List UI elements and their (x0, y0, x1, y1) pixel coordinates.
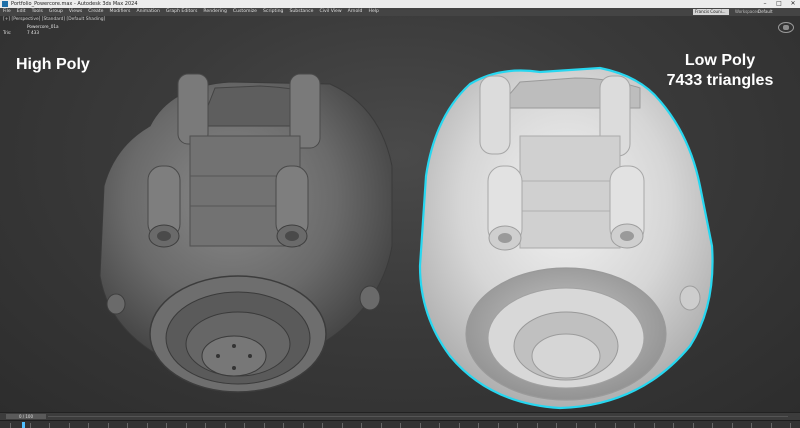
viewport-label[interactable]: [+] [Perspective] [Standard] [Default Sh… (3, 17, 105, 22)
track-tick (361, 423, 362, 428)
track-tick (224, 423, 226, 428)
menu-file[interactable]: File (0, 8, 14, 16)
track-tick (29, 423, 31, 428)
menu-bar: File Edit Tools Group Views Create Modif… (0, 8, 800, 16)
track-tick (380, 423, 382, 428)
track-bar[interactable] (0, 420, 800, 428)
menu-customize[interactable]: Customize (230, 8, 260, 16)
track-tick (49, 423, 50, 428)
track-tick (205, 423, 206, 428)
track-tick (185, 423, 187, 428)
track-tick (536, 423, 538, 428)
track-tick (712, 423, 713, 428)
menu-help[interactable]: Help (365, 8, 381, 16)
workspace-dropdown[interactable]: Default (758, 8, 773, 16)
track-tick (653, 423, 655, 428)
track-tick (575, 423, 577, 428)
frame-counter[interactable]: 0 / 100 (6, 414, 46, 419)
app-icon (2, 1, 8, 7)
viewcube-icon[interactable] (778, 22, 794, 33)
track-tick (146, 423, 148, 428)
workspace-label: Workspaces: (735, 9, 761, 14)
track-tick (166, 423, 167, 428)
menu-animation[interactable]: Animation (133, 8, 162, 16)
menu-substance[interactable]: Substance (286, 8, 316, 16)
menu-civil-view[interactable]: Civil View (316, 8, 344, 16)
window-title: Portfolio_Powercore.max - Autodesk 3ds M… (11, 1, 138, 7)
track-tick (770, 423, 772, 428)
user-account-dropdown[interactable]: Francis Couni... (693, 9, 729, 15)
title-bar: Portfolio_Powercore.max - Autodesk 3ds M… (0, 0, 800, 8)
time-slider[interactable]: 0 / 100 (0, 412, 800, 420)
track-tick (10, 423, 11, 428)
track-tick (458, 423, 460, 428)
triangle-count-label: 7433 triangles (666, 72, 774, 89)
minimize-button[interactable]: – (758, 0, 772, 8)
track-tick (497, 423, 499, 428)
track-tick (614, 423, 616, 428)
menu-edit[interactable]: Edit (14, 8, 29, 16)
track-tick (283, 423, 284, 428)
track-tick (419, 423, 421, 428)
track-tick (341, 423, 343, 428)
low-poly-label-line1: Low Poly (684, 52, 756, 69)
close-button[interactable]: ✕ (786, 0, 800, 8)
track-tick (107, 423, 109, 428)
menu-graph-editors[interactable]: Graph Editors (163, 8, 201, 16)
stat-row: Tris: 7 433 (3, 30, 39, 35)
track-tick (692, 423, 694, 428)
menu-tools[interactable]: Tools (29, 8, 46, 16)
perspective-viewport[interactable]: [+] [Perspective] [Standard] [Default Sh… (0, 16, 800, 412)
track-tick (302, 423, 304, 428)
menu-scripting[interactable]: Scripting (260, 8, 286, 16)
menu-rendering[interactable]: Rendering (200, 8, 229, 16)
menu-views[interactable]: Views (66, 8, 85, 16)
track-tick (478, 423, 479, 428)
track-tick (88, 423, 89, 428)
high-poly-label: High Poly (16, 56, 90, 73)
track-tick (595, 423, 596, 428)
keyframe-marker[interactable] (22, 422, 25, 428)
track-tick (751, 423, 752, 428)
track-tick (127, 423, 128, 428)
high-poly-model[interactable] (99, 73, 393, 393)
track-tick (673, 423, 674, 428)
track-tick (263, 423, 265, 428)
track-tick (244, 423, 245, 428)
track-tick (556, 423, 557, 428)
statistics-overlay: Powercore_01a Tris: 7 433 (3, 24, 59, 36)
track-tick (322, 423, 323, 428)
maximize-button[interactable]: □ (772, 0, 786, 8)
track-tick (400, 423, 401, 428)
track-tick (634, 423, 635, 428)
menu-modifiers[interactable]: Modifiers (106, 8, 133, 16)
menu-arnold[interactable]: Arnold (345, 8, 366, 16)
low-poly-label: Low Poly 7433 triangles (640, 51, 800, 91)
low-poly-model[interactable] (418, 66, 714, 410)
menu-create[interactable]: Create (85, 8, 106, 16)
menu-group[interactable]: Group (46, 8, 66, 16)
track-tick (517, 423, 518, 428)
track-tick (439, 423, 440, 428)
time-slider-track[interactable] (48, 416, 788, 417)
track-tick (68, 423, 70, 428)
track-tick (790, 423, 791, 428)
track-tick (731, 423, 733, 428)
